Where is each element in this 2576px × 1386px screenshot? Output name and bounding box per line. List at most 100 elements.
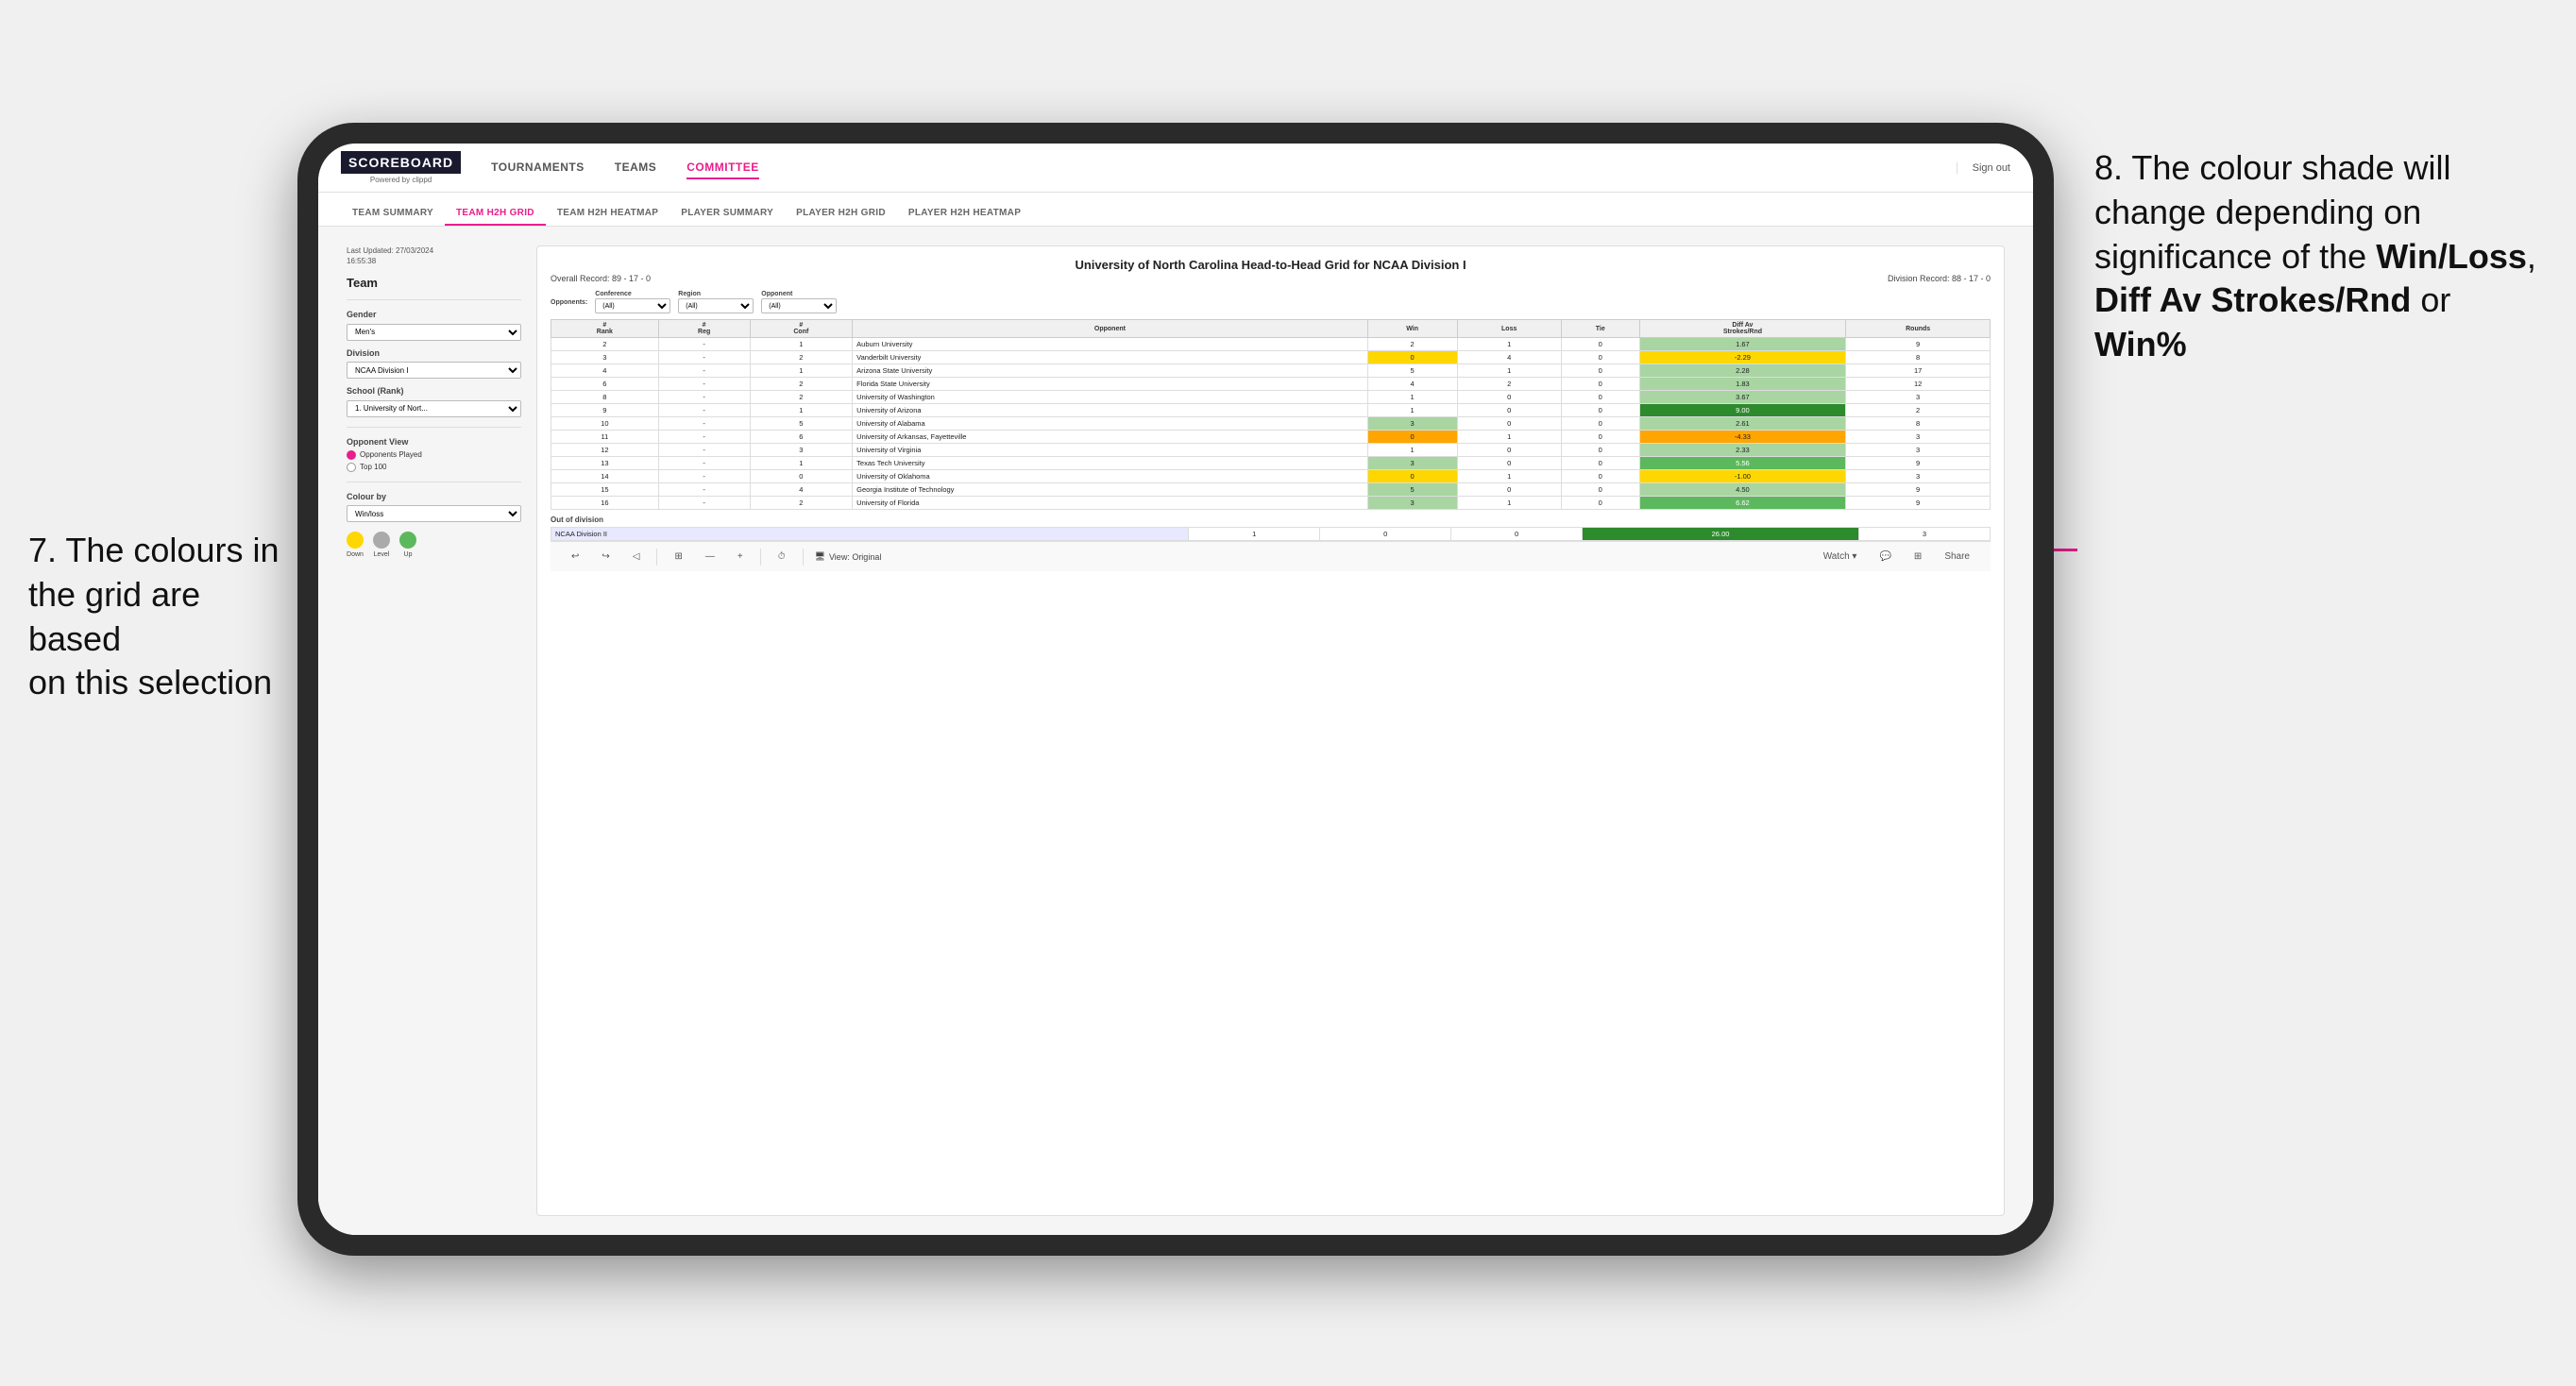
- watch-button[interactable]: Watch ▾: [1818, 549, 1863, 564]
- subnav-team-summary[interactable]: TEAM SUMMARY: [341, 202, 445, 226]
- radio-top100[interactable]: Top 100: [347, 463, 521, 472]
- step-back-button[interactable]: ◁: [627, 549, 646, 564]
- redo-button[interactable]: ↪: [596, 549, 615, 564]
- cell-conf: 1: [750, 457, 853, 470]
- division-select[interactable]: NCAA Division I: [347, 362, 521, 379]
- cell-conf: 2: [750, 351, 853, 364]
- nav-tournaments[interactable]: TOURNAMENTS: [491, 157, 585, 179]
- cell-win: 1: [1367, 391, 1457, 404]
- legend-down-dot: [347, 532, 364, 549]
- cell-tie: 0: [1561, 364, 1639, 378]
- cell-rank: 11: [551, 431, 659, 444]
- comment-button[interactable]: 💬: [1873, 549, 1896, 564]
- cell-opponent: Arizona State University: [853, 364, 1368, 378]
- cell-rounds: 3: [1846, 444, 1991, 457]
- cell-rounds: 3: [1846, 391, 1991, 404]
- cell-rounds: 9: [1846, 483, 1991, 497]
- cell-rounds: 9: [1846, 497, 1991, 510]
- cell-loss: 0: [1457, 483, 1561, 497]
- legend-up: Up: [399, 532, 416, 558]
- cell-win: 2: [1367, 338, 1457, 351]
- table-row: 3 - 2 Vanderbilt University 0 4 0 -2.29 …: [551, 351, 1991, 364]
- table-row: 13 - 1 Texas Tech University 3 0 0 5.56 …: [551, 457, 1991, 470]
- cell-reg: -: [658, 483, 750, 497]
- grid-button[interactable]: ⊞: [1908, 549, 1927, 564]
- col-diff: Diff AvStrokes/Rnd: [1639, 320, 1846, 338]
- plus-button[interactable]: +: [732, 549, 749, 564]
- col-reg: #Reg: [658, 320, 750, 338]
- legend-down: Down: [347, 532, 364, 558]
- colour-by-select[interactable]: Win/loss: [347, 505, 521, 522]
- subnav-team-h2h-heatmap[interactable]: TEAM H2H HEATMAP: [546, 202, 669, 226]
- minus-button[interactable]: —: [700, 549, 720, 564]
- tablet-screen: SCOREBOARD Powered by clippd TOURNAMENTS…: [318, 144, 2033, 1235]
- grid-content: University of North Carolina Head-to-Hea…: [536, 245, 2005, 1216]
- cell-reg: -: [658, 457, 750, 470]
- table-row: 10 - 5 University of Alabama 3 0 0 2.61 …: [551, 417, 1991, 431]
- conference-filter: Conference (All): [595, 291, 670, 313]
- conference-select[interactable]: (All): [595, 298, 670, 313]
- cell-reg: -: [658, 404, 750, 417]
- timer-button[interactable]: ⏱: [772, 549, 791, 564]
- cell-conf: 6: [750, 431, 853, 444]
- cell-reg: -: [658, 364, 750, 378]
- cell-rounds: 3: [1846, 470, 1991, 483]
- cell-opponent: Auburn University: [853, 338, 1368, 351]
- legend-up-dot: [399, 532, 416, 549]
- cell-diff: -4.33: [1639, 431, 1846, 444]
- opponent-select[interactable]: (All): [761, 298, 837, 313]
- cell-diff: 2.33: [1639, 444, 1846, 457]
- main-content: Last Updated: 27/03/2024 16:55:38 Team G…: [318, 227, 2033, 1235]
- separator2: [760, 549, 761, 566]
- cell-opponent: Vanderbilt University: [853, 351, 1368, 364]
- subnav-player-summary[interactable]: PLAYER SUMMARY: [669, 202, 785, 226]
- subnav-player-h2h-heatmap[interactable]: PLAYER H2H HEATMAP: [897, 202, 1032, 226]
- cell-tie: 0: [1561, 483, 1639, 497]
- cell-rounds: 17: [1846, 364, 1991, 378]
- table-row: 8 - 2 University of Washington 1 0 0 3.6…: [551, 391, 1991, 404]
- cell-tie: 0: [1561, 351, 1639, 364]
- subnav-team-h2h-grid[interactable]: TEAM H2H GRID: [445, 202, 546, 226]
- col-loss: Loss: [1457, 320, 1561, 338]
- view-label: 🖥 View: Original: [815, 551, 882, 562]
- opponent-filter: Opponent (All): [761, 291, 837, 313]
- cell-loss: 0: [1457, 444, 1561, 457]
- cell-opponent: Texas Tech University: [853, 457, 1368, 470]
- left-panel: Last Updated: 27/03/2024 16:55:38 Team G…: [347, 245, 521, 1216]
- radio-opponents-played[interactable]: Opponents Played: [347, 450, 521, 460]
- team-label: Team: [347, 276, 521, 290]
- out-loss: 0: [1320, 528, 1451, 541]
- out-name: NCAA Division II: [551, 528, 1189, 541]
- view-icon: 🖥: [815, 551, 825, 562]
- cell-conf: 4: [750, 483, 853, 497]
- cell-conf: 3: [750, 444, 853, 457]
- zoom-button[interactable]: ⊞: [669, 549, 687, 564]
- share-button[interactable]: Share: [1939, 549, 1975, 564]
- cell-win: 0: [1367, 431, 1457, 444]
- cell-loss: 1: [1457, 497, 1561, 510]
- subnav-player-h2h-grid[interactable]: PLAYER H2H GRID: [785, 202, 897, 226]
- nav-teams[interactable]: TEAMS: [615, 157, 657, 179]
- cell-tie: 0: [1561, 378, 1639, 391]
- out-of-division-label: Out of division: [551, 516, 1991, 524]
- cell-diff: 1.83: [1639, 378, 1846, 391]
- annotation-left: 7. The colours in the grid are based on …: [28, 529, 293, 705]
- cell-diff: 3.67: [1639, 391, 1846, 404]
- cell-conf: 0: [750, 470, 853, 483]
- sign-out-button[interactable]: Sign out: [1957, 162, 2010, 174]
- cell-win: 4: [1367, 378, 1457, 391]
- cell-rank: 8: [551, 391, 659, 404]
- nav-committee[interactable]: COMMITTEE: [686, 157, 759, 179]
- cell-rounds: 9: [1846, 338, 1991, 351]
- cell-conf: 1: [750, 364, 853, 378]
- undo-button[interactable]: ↩: [566, 549, 585, 564]
- gender-select[interactable]: Men's: [347, 324, 521, 341]
- region-select[interactable]: (All): [678, 298, 754, 313]
- out-of-division-row: NCAA Division II 1 0 0 26.00 3: [551, 528, 1991, 541]
- cell-opponent: University of Arkansas, Fayetteville: [853, 431, 1368, 444]
- cell-tie: 0: [1561, 444, 1639, 457]
- table-row: 15 - 4 Georgia Institute of Technology 5…: [551, 483, 1991, 497]
- cell-rounds: 8: [1846, 417, 1991, 431]
- school-select[interactable]: 1. University of Nort...: [347, 400, 521, 417]
- col-rank: #Rank: [551, 320, 659, 338]
